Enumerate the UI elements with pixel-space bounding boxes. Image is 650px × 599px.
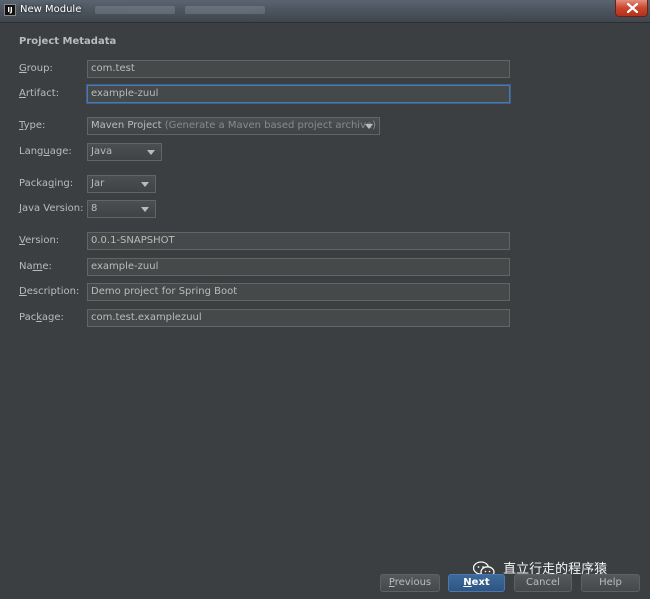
version-field[interactable]: 0.0.1-SNAPSHOT	[87, 232, 510, 250]
name-field[interactable]: example-zuul	[87, 258, 510, 276]
java-version-dropdown-value: 8	[91, 203, 98, 214]
group-label: Group:	[19, 63, 53, 74]
description-label: Description:	[19, 286, 80, 297]
java-version-label: Java Version:	[19, 203, 84, 214]
packaging-dropdown-value: Jar	[91, 178, 105, 189]
title-bar: IJ New Module	[0, 0, 650, 23]
package-field[interactable]: com.test.examplezuul	[87, 309, 510, 327]
chevron-down-icon	[365, 124, 373, 129]
window-close-button[interactable]	[615, 0, 648, 17]
chevron-down-icon	[141, 207, 149, 212]
type-label: Type:	[19, 120, 46, 131]
next-button[interactable]: Next	[448, 574, 505, 592]
group-field[interactable]: com.test	[87, 60, 510, 78]
window-title: New Module	[20, 4, 82, 15]
artifact-label: Artifact:	[19, 88, 60, 99]
language-dropdown-value: Java	[91, 146, 113, 157]
cancel-button[interactable]: Cancel	[514, 574, 572, 592]
description-field[interactable]: Demo project for Spring Boot	[87, 283, 510, 301]
type-dropdown-value: Maven Project	[91, 120, 162, 131]
version-label: Version:	[19, 235, 60, 246]
previous-button[interactable]: Previous	[380, 574, 440, 592]
close-icon	[627, 3, 638, 13]
chevron-down-icon	[147, 150, 155, 155]
section-title: Project Metadata	[19, 36, 117, 47]
help-button[interactable]: Help	[581, 574, 640, 592]
language-dropdown[interactable]: Java	[87, 143, 162, 161]
java-version-dropdown[interactable]: 8	[87, 200, 156, 218]
type-dropdown-hint: (Generate a Maven based project archive)	[164, 120, 377, 131]
packaging-dropdown[interactable]: Jar	[87, 175, 156, 193]
background-window-tabs	[95, 3, 295, 17]
packaging-label: Packaging:	[19, 178, 74, 189]
artifact-field[interactable]: example-zuul	[87, 85, 510, 103]
intellij-app-icon: IJ	[4, 4, 16, 16]
chevron-down-icon	[141, 182, 149, 187]
type-dropdown[interactable]: Maven Project (Generate a Maven based pr…	[87, 117, 380, 135]
name-label: Name:	[19, 261, 52, 272]
package-label: Package:	[19, 312, 64, 323]
language-label: Language:	[19, 146, 72, 157]
